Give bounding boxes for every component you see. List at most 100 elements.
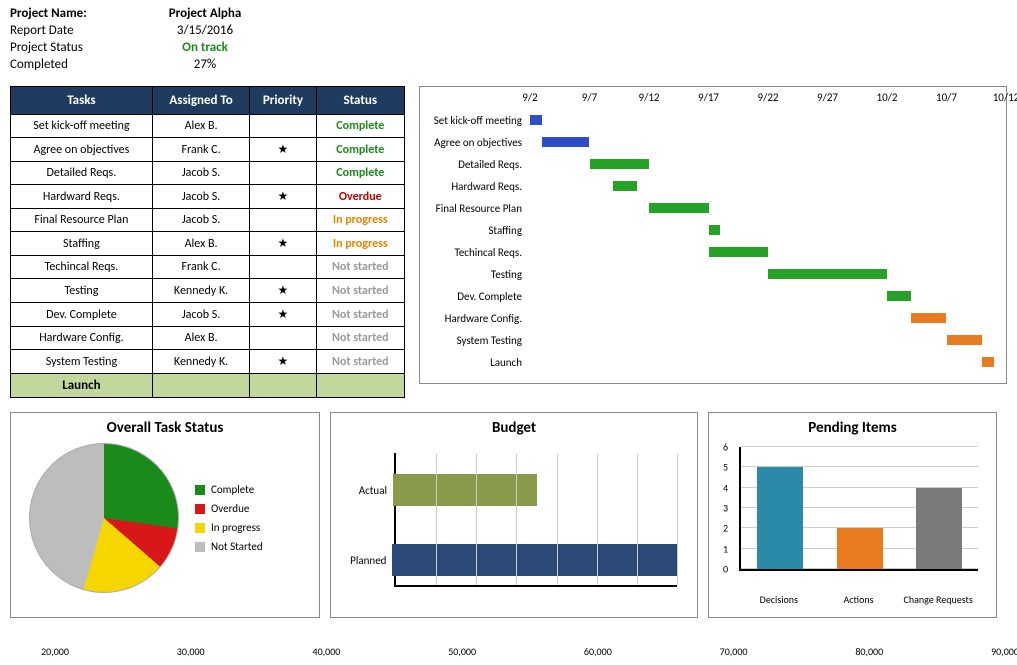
gantt-body: Set kick-off meetingAgree on objectivesD… [420, 109, 1006, 373]
cell-assignee: Jacob S. [152, 185, 249, 209]
table-row: Final Resource PlanJacob S.In progress [11, 209, 405, 232]
cell-task: Testing [11, 279, 153, 303]
gantt-label: Set kick-off meeting [420, 114, 530, 127]
cell-task: Detailed Reqs. [11, 162, 153, 185]
cell-status: In progress [316, 209, 404, 232]
cell-assignee: Alex B. [152, 115, 249, 138]
pending-panel: Pending Items 0123456 DecisionsActionsCh… [708, 412, 997, 618]
budget-row-planned: Planned [341, 541, 677, 579]
gantt-label: Detailed Reqs. [420, 158, 530, 171]
pie-legend: CompleteOverdueIn progressNot Started [195, 483, 263, 553]
gantt-bar [768, 269, 887, 279]
cell-status: Not started [316, 303, 404, 327]
gantt-track [530, 136, 1006, 148]
budget-xtick: 70,000 [720, 645, 748, 658]
legend-label: Not Started [211, 540, 263, 553]
table-row: TestingKennedy K.★Not started [11, 279, 405, 303]
gantt-bar [887, 291, 911, 301]
budget-gridline [597, 453, 598, 585]
tasks-header-row: Tasks Assigned To Priority Status [11, 87, 405, 115]
info-completed-label: Completed [10, 57, 150, 72]
table-row: Agree on objectivesFrank C.★Complete [11, 138, 405, 162]
gantt-tick: 10/12 [993, 91, 1017, 104]
cell-priority: ★ [250, 232, 316, 256]
budget-cat-actual: Actual [341, 484, 393, 497]
cell-task: Hardward Reqs. [11, 185, 153, 209]
gantt-row: Hardware Config. [420, 307, 1006, 329]
gantt-bar [542, 137, 590, 147]
budget-bar-planned [392, 544, 677, 576]
gantt-row: Testing [420, 263, 1006, 285]
gantt-label: Launch [420, 356, 530, 369]
cell-status: Complete [316, 115, 404, 138]
budget-gridline [677, 453, 678, 585]
gantt-label: Dev. Complete [420, 290, 530, 303]
tasks-table: Tasks Assigned To Priority Status Set ki… [10, 86, 405, 398]
gantt-row: Dev. Complete [420, 285, 1006, 307]
legend-item: Overdue [195, 502, 263, 515]
cell-assignee: Jacob S. [152, 209, 249, 232]
budget-gridline [557, 453, 558, 585]
pending-cat-label: Change Requests [898, 593, 978, 606]
budget-xtick: 80,000 [855, 645, 883, 658]
cell-task: Agree on objectives [11, 138, 153, 162]
table-row: Hardware Config.Alex B.Not started [11, 327, 405, 350]
gantt-track [530, 202, 1006, 214]
pending-ytick: 5 [723, 461, 728, 474]
gantt-row: Detailed Reqs. [420, 153, 1006, 175]
budget-gridline [637, 453, 638, 585]
cell-priority: ★ [250, 138, 316, 162]
cell-priority: ★ [250, 185, 316, 209]
budget-xtick: 50,000 [448, 645, 476, 658]
pending-ytick: 2 [723, 522, 728, 535]
gantt-label: Hardware Config. [420, 312, 530, 325]
table-row: Techincal Reqs.Frank C.Not started [11, 256, 405, 279]
gantt-label: Final Resource Plan [420, 202, 530, 215]
budget-row-actual: Actual [341, 471, 677, 509]
gantt-bar [590, 159, 650, 169]
cell-task: Techincal Reqs. [11, 256, 153, 279]
pending-cat-label: Actions [819, 593, 899, 606]
gantt-row: Techincal Reqs. [420, 241, 1006, 263]
gantt-label: Hardward Reqs. [420, 180, 530, 193]
table-row: Hardward Reqs.Jacob S.★Overdue [11, 185, 405, 209]
budget-gridline [516, 453, 517, 585]
cell-task: Dev. Complete [11, 303, 153, 327]
gantt-track [530, 158, 1006, 170]
pending-title: Pending Items [717, 419, 988, 437]
gantt-bar [709, 247, 769, 257]
launch-cell: Launch [11, 374, 153, 398]
gantt-tick: 10/7 [936, 91, 957, 104]
cell-priority: ★ [250, 350, 316, 374]
gantt-row: Final Resource Plan [420, 197, 1006, 219]
pie-title: Overall Task Status [19, 419, 311, 437]
cell-task: Set kick-off meeting [11, 115, 153, 138]
budget-cat-planned: Planned [341, 554, 392, 567]
table-row: System TestingKennedy K.★Not started [11, 350, 405, 374]
budget-xaxis: 20,00030,00040,00050,00060,00070,00080,0… [55, 645, 1005, 661]
cell-priority: ★ [250, 303, 316, 327]
col-priority: Priority [250, 87, 316, 115]
pending-ytick: 6 [723, 441, 728, 454]
col-status: Status [316, 87, 404, 115]
gantt-label: Testing [420, 268, 530, 281]
gantt-track [530, 246, 1006, 258]
gantt-track [530, 180, 1006, 192]
budget-xtick: 30,000 [177, 645, 205, 658]
info-completed-value: 27% [150, 57, 260, 72]
cell-assignee: Kennedy K. [152, 279, 249, 303]
pending-ytick: 4 [723, 481, 728, 494]
pending-ytick: 0 [723, 563, 728, 576]
info-project: Project Name: Project Alpha [10, 6, 1007, 21]
gantt-track [530, 114, 1006, 126]
gantt-bar [911, 313, 947, 323]
info-status-label: Project Status [10, 40, 150, 55]
pending-bar [916, 488, 962, 569]
legend-label: Complete [211, 483, 254, 496]
cell-task: Hardware Config. [11, 327, 153, 350]
pending-plot: 0123456 [739, 447, 978, 571]
info-date: Report Date 3/15/2016 [10, 23, 1007, 38]
cell-status: Not started [316, 350, 404, 374]
budget-xtick: 90,000 [991, 645, 1017, 658]
pending-ytick: 3 [723, 502, 728, 515]
